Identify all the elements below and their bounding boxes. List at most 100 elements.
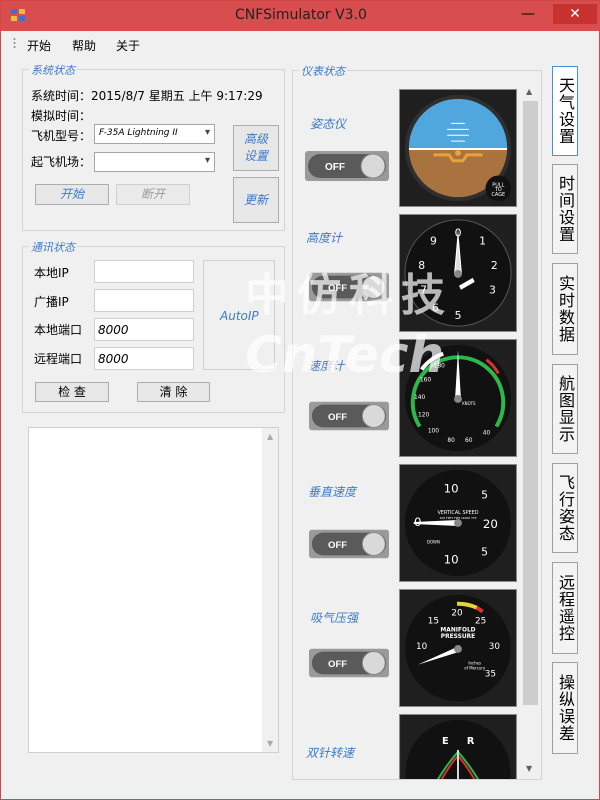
toggle-label: OFF [328, 659, 347, 670]
altimeter-tick: 5 [455, 309, 462, 322]
start-button[interactable]: 开始 [35, 184, 109, 205]
altimeter-tick: 1 [479, 234, 486, 247]
knots-text: KNOTS [462, 401, 476, 406]
toggle-label: OFF [328, 540, 347, 551]
tab-flight-attitude[interactable]: 飞行姿态 [552, 463, 578, 553]
rpm-gauge: E R [399, 714, 517, 779]
manifold-tick: 20 [451, 609, 463, 619]
airspeed-tick: 60 [465, 438, 473, 444]
altimeter-tick: 2 [491, 259, 498, 272]
broadcast-ip-input[interactable] [94, 289, 194, 312]
sim-time-label: 模拟时间： [31, 109, 92, 123]
scroll-up-icon[interactable]: ▲ [267, 432, 273, 441]
airport-label: 起飞机场： [31, 155, 92, 169]
window-title: CNFSimulator V3.0 [235, 7, 367, 23]
airspeed-gauge: 180 160 140 120 100 80 60 40 KNOTS [399, 339, 517, 457]
chevron-down-icon: ▾ [204, 127, 210, 138]
menu-start[interactable]: 开始 [27, 37, 51, 54]
airspeed-tick: 160 [420, 377, 431, 383]
altimeter-tick: 9 [430, 234, 437, 247]
local-ip-label: 本地IP [34, 266, 69, 280]
remote-port-label: 远程端口 [34, 352, 83, 366]
aircraft-select[interactable]: F-35A Lightning II ▾ [94, 124, 215, 144]
manifold-title: PRESSURE [441, 634, 475, 640]
disconnect-button[interactable]: 断开 [116, 184, 190, 205]
tab-chart-display[interactable]: 航图显示 [552, 364, 578, 454]
manifold-toggle[interactable]: OFF [309, 648, 389, 678]
attitude-gauge: PULL TO CAGE [399, 89, 517, 207]
instrument-scrollbar[interactable]: ▲ ▼ [522, 85, 539, 775]
local-ip-input[interactable] [94, 260, 194, 283]
altimeter-tick: 8 [418, 259, 425, 272]
attitude-toggle[interactable]: OFF [305, 151, 389, 181]
check-button[interactable]: 检 查 [35, 382, 109, 402]
altimeter-gauge: 0 1 2 3 5 6 7 8 9 [399, 214, 517, 332]
manifold-gauge: 15 20 25 10 30 35 MANIFOLD PRESSURE Inch… [399, 589, 517, 707]
cage-text: CAGE [492, 192, 506, 198]
update-button[interactable]: 更新 [233, 177, 279, 223]
minimize-button[interactable]: — [514, 4, 542, 24]
local-port-input[interactable]: 8000 [94, 318, 194, 341]
vsi-gauge: 10 5 0 20 5 10 VERTICAL SPEED 100 FPPT F… [399, 464, 517, 582]
altimeter-tick: 7 [420, 284, 427, 297]
rpm-e: E [442, 736, 449, 747]
tab-remote-control[interactable]: 远程遥控 [552, 562, 578, 654]
instrument-panel: 姿态仪 高度计 速度计 垂直速度 吸气压强 双针转速 OFF OFF OFF O… [293, 79, 541, 779]
altimeter-tick: 6 [432, 301, 439, 314]
scroll-thumb[interactable] [523, 101, 538, 705]
altimeter-tick: 3 [489, 284, 496, 297]
main-window: CNFSimulator V3.0 — ✕ 开始 帮助 关于 系统状态 系统时间… [0, 0, 600, 800]
manifold-tick: 15 [428, 616, 439, 626]
menu-help[interactable]: 帮助 [72, 37, 96, 54]
scroll-down-icon[interactable]: ▼ [526, 764, 532, 773]
instrument-label-altimeter: 高度计 [306, 231, 343, 245]
manifold-tick: 25 [475, 616, 486, 626]
menu-about[interactable]: 关于 [116, 37, 140, 54]
remote-port-input[interactable]: 8000 [94, 347, 194, 370]
airspeed-tick: 180 [434, 364, 445, 370]
tab-time[interactable]: 时间设置 [552, 164, 578, 254]
system-status-legend: 系统状态 [29, 62, 77, 78]
instrument-label-vsi: 垂直速度 [308, 485, 357, 499]
menu-bar: 开始 帮助 关于 [8, 33, 553, 55]
tab-weather[interactable]: 天气设置 [552, 66, 578, 156]
vsi-tick: 20 [483, 517, 498, 531]
toggle-label: OFF [328, 283, 347, 294]
vsi-toggle[interactable]: OFF [309, 529, 389, 559]
menu-grip-icon [13, 38, 16, 48]
manifold-tick: 30 [489, 642, 501, 652]
vsi-tick: 5 [481, 488, 488, 501]
clear-button[interactable]: 清 除 [137, 382, 210, 402]
aircraft-value: F-35A Lightning II [99, 128, 178, 138]
scroll-down-icon[interactable]: ▼ [267, 739, 273, 748]
comm-status-legend: 通讯状态 [29, 239, 77, 255]
airspeed-toggle[interactable]: OFF [309, 401, 389, 431]
toggle-label: OFF [328, 412, 347, 423]
advanced-settings-button[interactable]: 高级设置 [233, 125, 279, 171]
airspeed-tick: 40 [483, 430, 491, 436]
instrument-status-legend: 仪表状态 [299, 63, 347, 79]
log-textbox[interactable]: ▲ ▼ [28, 427, 279, 753]
airspeed-tick: 80 [447, 438, 455, 444]
manifold-unit: of Mercury [464, 666, 486, 671]
airport-select[interactable]: ▾ [94, 152, 215, 172]
airspeed-tick: 100 [428, 428, 439, 434]
scroll-up-icon[interactable]: ▲ [526, 87, 532, 96]
manifold-tick: 35 [485, 670, 496, 680]
tab-realtime-data[interactable]: 实时数据 [552, 263, 578, 355]
instrument-label-airspeed: 速度计 [308, 359, 345, 373]
altimeter-toggle[interactable]: OFF [309, 272, 389, 302]
local-port-label: 本地端口 [34, 323, 83, 337]
rpm-r: R [467, 736, 475, 747]
tab-control-error[interactable]: 操纵误差 [552, 662, 578, 754]
log-scrollbar[interactable]: ▲ ▼ [262, 428, 278, 752]
instrument-label-manifold: 吸气压强 [310, 611, 359, 625]
manifold-tick: 10 [416, 642, 428, 652]
autoip-button[interactable]: AutoIP [203, 260, 275, 370]
airspeed-tick: 140 [414, 395, 425, 401]
close-button[interactable]: ✕ [553, 4, 597, 24]
system-time: 系统时间：2015/8/7 星期五 上午 9:17:29 [31, 89, 263, 103]
title-bar[interactable]: CNFSimulator V3.0 — ✕ [1, 1, 600, 31]
aircraft-label: 飞机型号： [31, 129, 92, 143]
vsi-tick: 5 [481, 545, 488, 558]
